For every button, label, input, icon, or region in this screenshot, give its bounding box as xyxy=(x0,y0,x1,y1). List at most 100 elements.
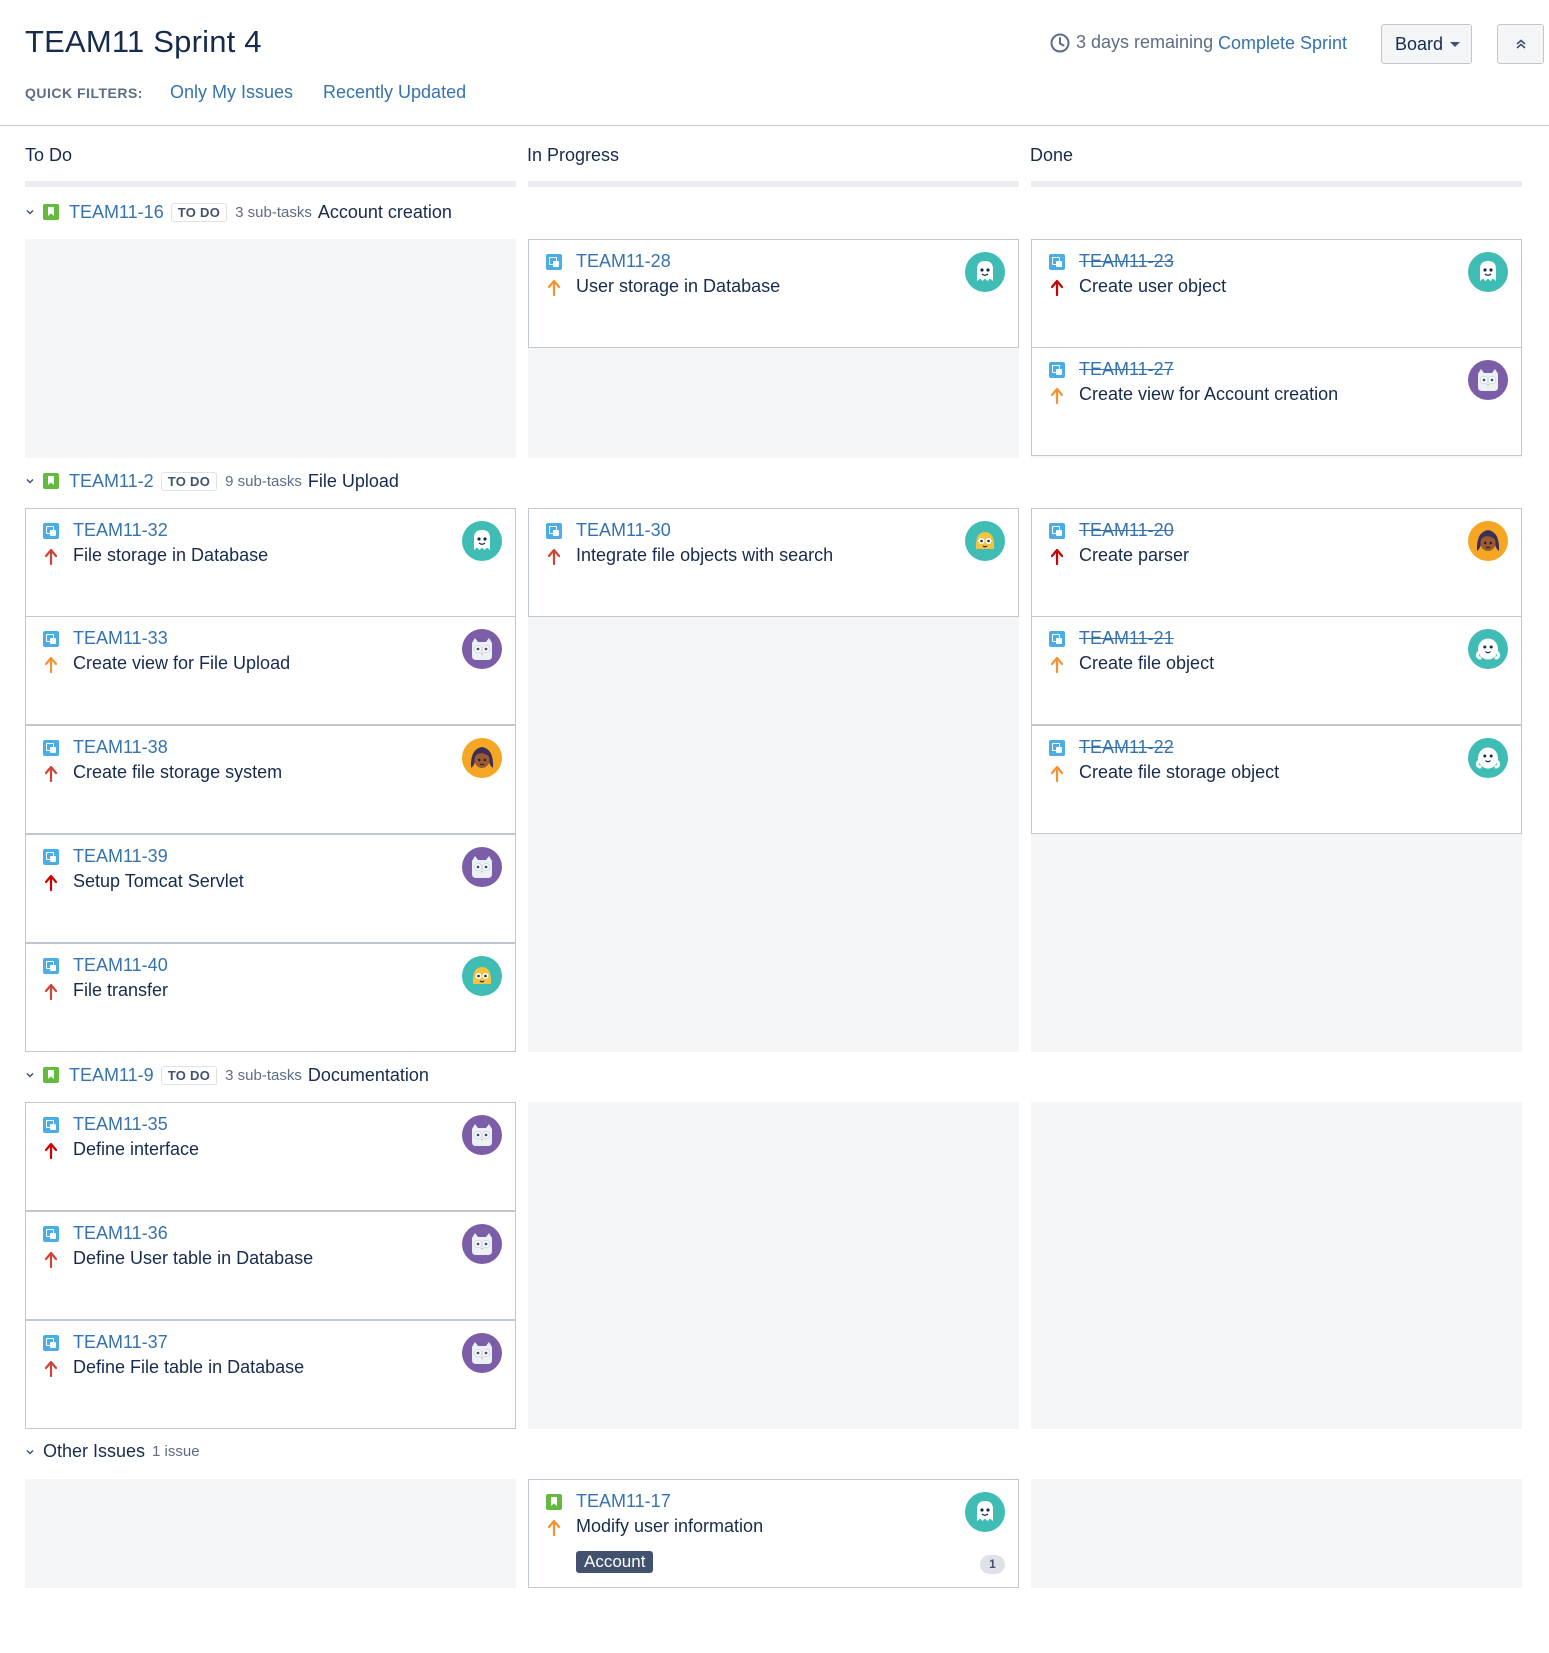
subtask-icon xyxy=(1049,254,1065,270)
issue-card[interactable]: TEAM11-32 File storage in Database xyxy=(25,508,516,617)
avatar[interactable] xyxy=(1468,360,1508,400)
avatar[interactable] xyxy=(965,521,1005,561)
issue-key[interactable]: TEAM11-40 xyxy=(73,955,168,976)
issue-card[interactable]: TEAM11-22 Create file storage object xyxy=(1031,725,1522,834)
board-dropdown-button[interactable]: Board xyxy=(1381,24,1472,64)
avatar[interactable] xyxy=(462,956,502,996)
issue-summary: Integrate file objects with search xyxy=(576,545,834,565)
collapse-header-button[interactable] xyxy=(1497,24,1544,64)
issue-card[interactable]: TEAM11-30 Integrate file objects with se… xyxy=(528,508,1019,617)
issue-key[interactable]: TEAM11-28 xyxy=(576,251,671,272)
avatar[interactable] xyxy=(462,847,502,887)
issue-key[interactable]: TEAM11-22 xyxy=(1079,737,1174,758)
issue-card[interactable]: TEAM11-37 Define File table in Database xyxy=(25,1320,516,1429)
issue-key[interactable]: TEAM11-33 xyxy=(73,628,168,649)
issue-key[interactable]: TEAM11-36 xyxy=(73,1223,168,1244)
issue-card[interactable]: TEAM11-35 Define interface xyxy=(25,1102,516,1211)
avatar[interactable] xyxy=(462,1333,502,1373)
subtask-icon xyxy=(43,958,59,974)
avatar[interactable] xyxy=(965,1492,1005,1532)
issue-card[interactable]: TEAM11-21 Create file object xyxy=(1031,616,1522,725)
priority-high-icon xyxy=(45,984,57,1000)
issue-key[interactable]: TEAM11-38 xyxy=(73,737,168,758)
priority-high-icon xyxy=(45,549,57,565)
issue-key[interactable]: TEAM11-37 xyxy=(73,1332,168,1353)
column-bar-done xyxy=(1031,181,1522,187)
avatar[interactable] xyxy=(462,629,502,669)
column-header-todo: To Do xyxy=(25,145,73,165)
issue-summary: Define File table in Database xyxy=(73,1357,305,1377)
issue-key[interactable]: TEAM11-39 xyxy=(73,846,168,867)
issue-key[interactable]: TEAM11-21 xyxy=(1079,628,1174,649)
quick-filter-only-my-issues[interactable]: Only My Issues xyxy=(170,82,293,103)
chevron-down-icon[interactable] xyxy=(25,207,35,217)
issue-key[interactable]: TEAM11-35 xyxy=(73,1114,168,1135)
subtask-icon xyxy=(546,254,562,270)
avatar[interactable] xyxy=(462,521,502,561)
issue-card[interactable]: TEAM11-38 Create file storage system xyxy=(25,725,516,834)
issue-card[interactable]: TEAM11-17 Modify user information Accoun… xyxy=(528,1479,1019,1588)
swimlane-header-file-upload[interactable]: TEAM11-2 TO DO 9 sub-tasks File Upload xyxy=(25,469,399,493)
issue-key[interactable]: TEAM11-17 xyxy=(576,1491,671,1512)
swimlane-name: Account creation xyxy=(317,201,452,222)
remaining-text: 3 days remaining xyxy=(1076,32,1214,52)
swimlane-key[interactable]: TEAM11-16 xyxy=(69,202,164,223)
avatar[interactable] xyxy=(462,1224,502,1264)
swimlane-key[interactable]: TEAM11-9 xyxy=(69,1065,154,1086)
quick-filter-recently-updated[interactable]: Recently Updated xyxy=(323,82,466,103)
swimlane-key[interactable]: TEAM11-2 xyxy=(69,471,154,492)
priority-highest-icon xyxy=(1051,549,1063,565)
chevron-down-icon[interactable] xyxy=(25,476,35,486)
story-icon xyxy=(43,204,59,220)
issue-key[interactable]: TEAM11-27 xyxy=(1079,359,1174,380)
subtask-count: 9 sub-tasks xyxy=(225,472,302,490)
avatar[interactable] xyxy=(462,1115,502,1155)
issue-card[interactable]: TEAM11-36 Define User table in Database xyxy=(25,1211,516,1320)
complete-sprint-link[interactable]: Complete Sprint xyxy=(1218,33,1347,54)
quick-filters-label: QUICK FILTERS: xyxy=(25,85,143,101)
issue-summary: User storage in Database xyxy=(576,276,781,296)
subtask-icon xyxy=(546,523,562,539)
issue-card[interactable]: TEAM11-20 Create parser xyxy=(1031,508,1522,617)
issue-summary: Create view for Account creation xyxy=(1079,384,1339,404)
avatar[interactable] xyxy=(965,252,1005,292)
avatar[interactable] xyxy=(1468,629,1508,669)
issue-key[interactable]: TEAM11-30 xyxy=(576,520,671,541)
issue-key[interactable]: TEAM11-20 xyxy=(1079,520,1174,541)
issue-card[interactable]: TEAM11-28 User storage in Database xyxy=(528,239,1019,348)
avatar[interactable] xyxy=(1468,521,1508,561)
swimlane-name: File Upload xyxy=(307,470,399,491)
priority-medium-icon xyxy=(548,280,560,296)
priority-high-icon xyxy=(45,1361,57,1377)
issue-key[interactable]: TEAM11-23 xyxy=(1079,251,1174,272)
issue-key[interactable]: TEAM11-32 xyxy=(73,520,168,541)
subtask-icon xyxy=(43,631,59,647)
subtask-icon xyxy=(1049,523,1065,539)
priority-medium-icon xyxy=(1051,766,1063,782)
subtask-icon xyxy=(43,1226,59,1242)
subtask-icon xyxy=(1049,362,1065,378)
avatar[interactable] xyxy=(1468,738,1508,778)
issue-summary: Create file object xyxy=(1079,653,1215,673)
issue-card[interactable]: TEAM11-33 Create view for File Upload xyxy=(25,616,516,725)
epic-label[interactable]: Account xyxy=(576,1551,654,1573)
swimlane-header-other-issues[interactable]: Other Issues 1 issue xyxy=(25,1441,200,1462)
swimlane-header-documentation[interactable]: TEAM11-9 TO DO 3 sub-tasks Documentation xyxy=(25,1063,429,1087)
story-icon xyxy=(43,473,59,489)
column-header-in-progress: In Progress xyxy=(527,145,620,165)
issue-card[interactable]: TEAM11-27 Create view for Account creati… xyxy=(1031,347,1522,456)
chevron-down-icon[interactable] xyxy=(25,1447,35,1457)
avatar[interactable] xyxy=(1468,252,1508,292)
column-header-done: Done xyxy=(1030,145,1074,165)
issue-summary: Create file storage object xyxy=(1079,762,1280,782)
issue-card[interactable]: TEAM11-39 Setup Tomcat Servlet xyxy=(25,834,516,943)
avatar[interactable] xyxy=(462,738,502,778)
story-icon xyxy=(43,1067,59,1083)
chevron-down-icon[interactable] xyxy=(25,1070,35,1080)
swimlane-header-account-creation[interactable]: TEAM11-16 TO DO 3 sub-tasks Account crea… xyxy=(25,200,452,224)
issue-card[interactable]: TEAM11-23 Create user object xyxy=(1031,239,1522,348)
cell-other-todo xyxy=(25,1479,516,1588)
subtask-icon xyxy=(43,740,59,756)
issue-card[interactable]: TEAM11-40 File transfer xyxy=(25,943,516,1052)
cell-account-todo xyxy=(25,239,516,458)
